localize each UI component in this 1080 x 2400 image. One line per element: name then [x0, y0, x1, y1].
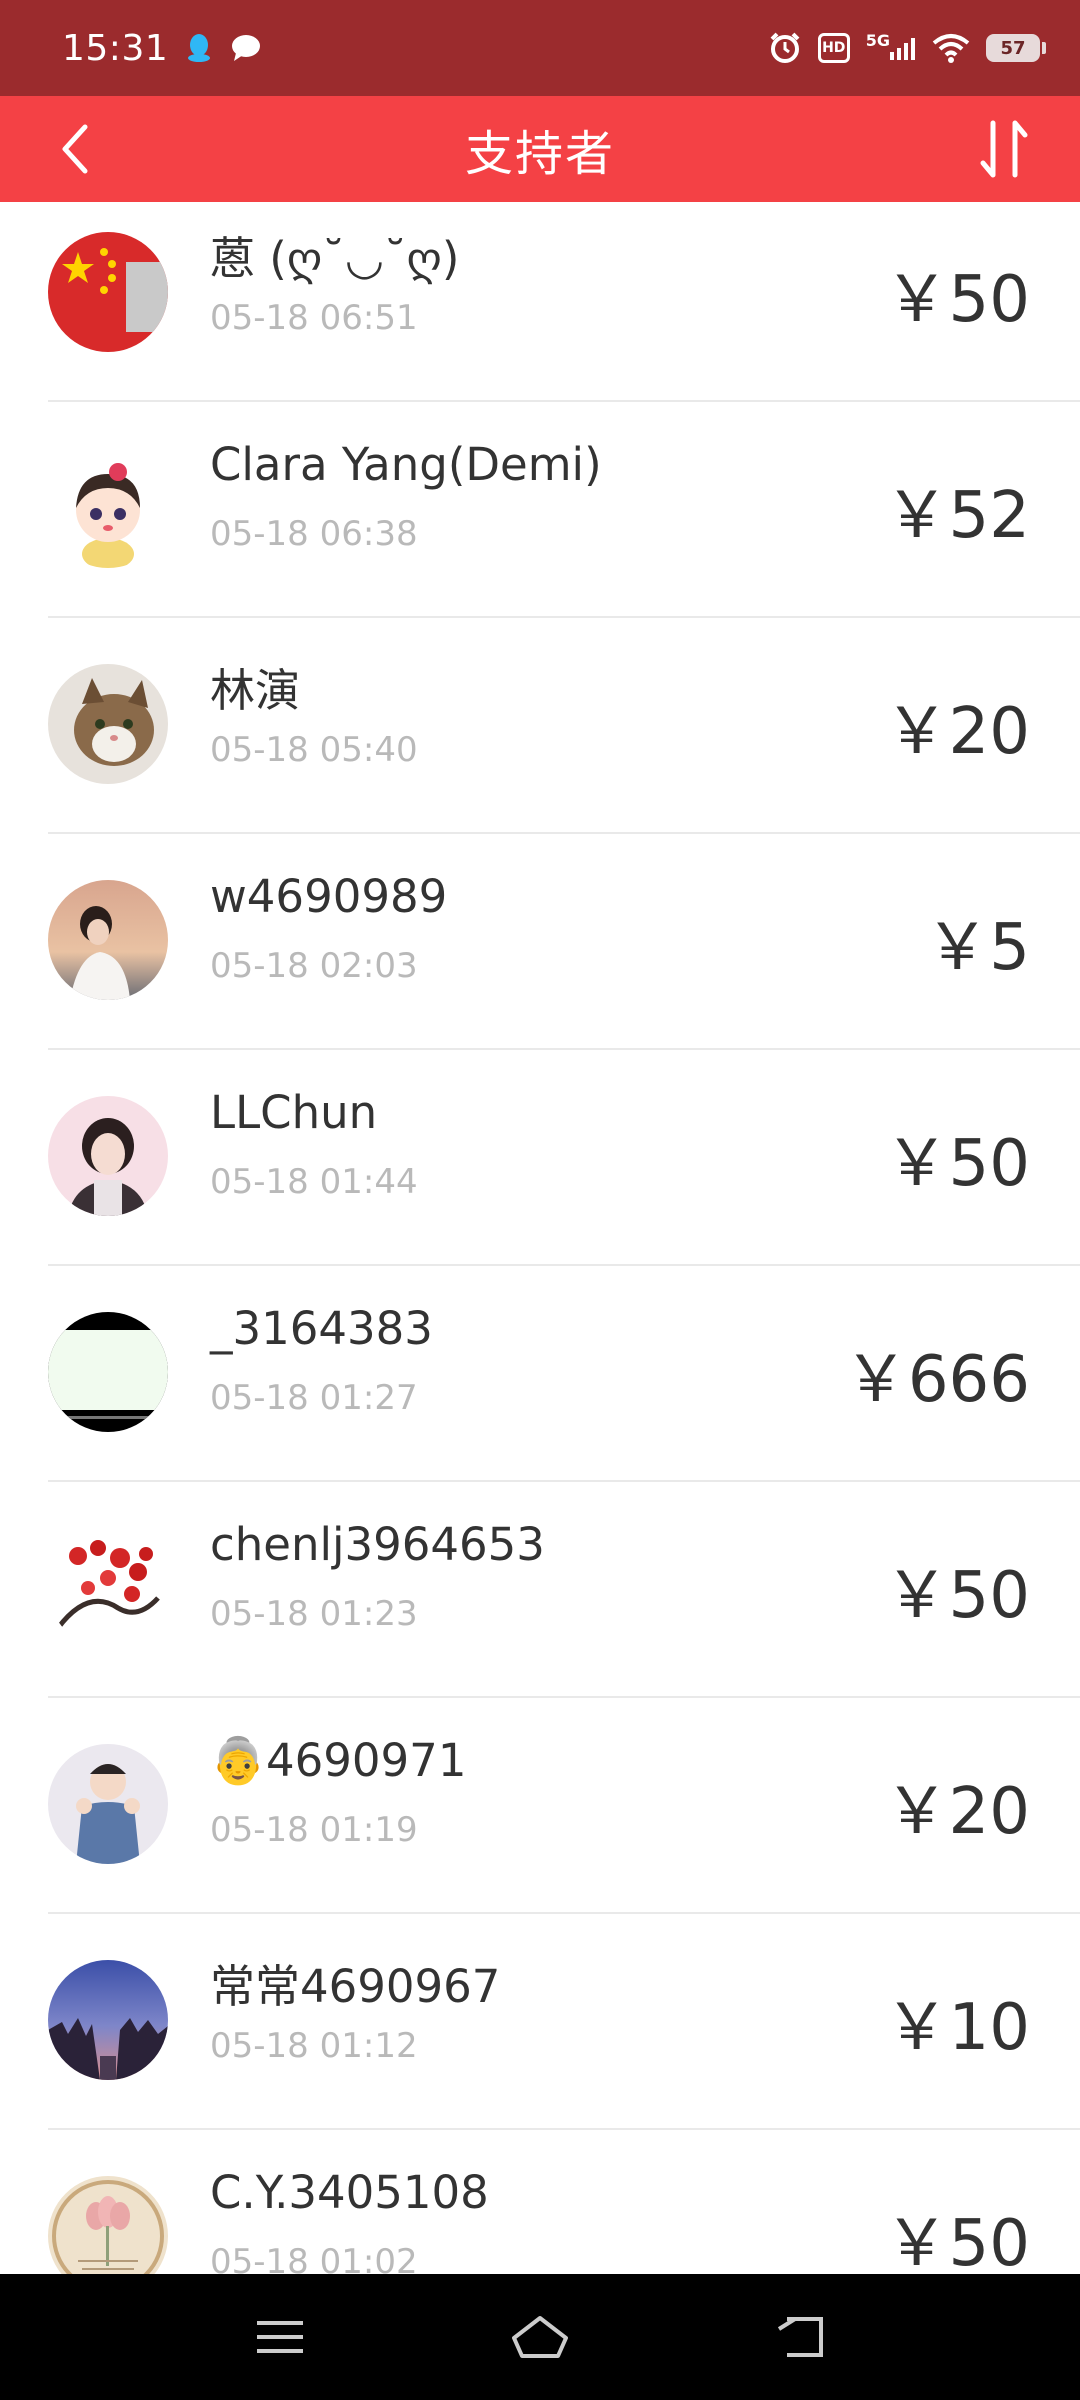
status-bar: 15:31 HD 5G 57	[0, 0, 1080, 96]
support-time: 05-18 01:02	[210, 2242, 418, 2274]
support-amount: ￥50	[884, 1559, 1030, 1633]
support-amount: ￥20	[884, 695, 1030, 769]
avatar	[48, 1096, 168, 1216]
battery-icon: 57	[986, 34, 1046, 62]
supporter-name: Clara Yang(Demi)	[210, 438, 602, 491]
support-time: 05-18 01:23	[210, 1594, 418, 1634]
app-header: 支持者	[0, 96, 1080, 202]
sort-button[interactable]	[970, 114, 1040, 184]
support-amount: ￥50	[884, 1127, 1030, 1201]
list-item[interactable]: chenlj3964653 05-18 01:23 ￥50	[48, 1482, 1080, 1698]
avatar	[48, 448, 168, 568]
back-icon	[777, 2317, 823, 2357]
home-icon	[512, 2316, 568, 2358]
avatar	[48, 1312, 168, 1432]
list-item[interactable]: LLChun 05-18 01:44 ￥50	[48, 1050, 1080, 1266]
supporter-name: _3164383	[210, 1302, 433, 1355]
support-time: 05-18 01:44	[210, 1162, 418, 1202]
avatar	[48, 664, 168, 784]
support-amount: ￥20	[884, 1775, 1030, 1849]
support-time: 05-18 01:19	[210, 1810, 418, 1850]
supporter-name: C.Y.3405108	[210, 2166, 489, 2219]
wifi-icon	[932, 33, 970, 63]
support-amount: ￥50	[884, 263, 1030, 337]
support-time: 05-18 05:40	[210, 730, 418, 770]
list-item[interactable]: 林演 05-18 05:40 ￥20	[48, 618, 1080, 834]
sort-icon	[980, 120, 1028, 178]
support-amount: ￥50	[884, 2207, 1030, 2274]
supporter-name: chenlj3964653	[210, 1518, 545, 1571]
avatar	[48, 1960, 168, 2080]
supporter-name: 👵4690971	[210, 1734, 467, 1787]
avatar	[48, 2176, 168, 2274]
support-time: 05-18 02:03	[210, 946, 418, 986]
page-title: 支持者	[464, 126, 615, 182]
supporter-name: 林演	[210, 664, 301, 717]
support-time: 05-18 01:27	[210, 1378, 418, 1418]
support-time: 05-18 06:38	[210, 514, 418, 554]
supporter-name: w4690989	[210, 870, 448, 923]
network-label: 5G	[865, 30, 890, 50]
list-item[interactable]: _3164383 05-18 01:27 ￥666	[48, 1266, 1080, 1482]
list-item[interactable]: 蒽 (ღ˘◡˘ღ) 05-18 06:51 ￥50	[48, 202, 1080, 402]
nav-back-button[interactable]	[755, 2292, 845, 2382]
list-item[interactable]: w4690989 05-18 02:03 ￥5	[48, 834, 1080, 1050]
hd-icon: HD	[817, 33, 850, 63]
avatar	[48, 232, 168, 352]
list-item[interactable]: Clara Yang(Demi) 05-18 06:38 ￥52	[48, 402, 1080, 618]
list-item[interactable]: 👵4690971 05-18 01:19 ￥20	[48, 1698, 1080, 1914]
system-nav-bar	[0, 2274, 1080, 2400]
list-item[interactable]: 常常4690967 05-18 01:12 ￥10	[48, 1914, 1080, 2130]
chevron-left-icon	[62, 124, 88, 174]
status-time: 15:31	[62, 27, 169, 69]
nav-menu-button[interactable]	[235, 2292, 325, 2382]
avatar	[48, 1528, 168, 1648]
qq-icon	[186, 32, 212, 64]
nav-home-button[interactable]	[495, 2292, 585, 2382]
support-time: 05-18 01:12	[210, 2026, 418, 2066]
supporter-name: LLChun	[210, 1086, 378, 1139]
support-amount: ￥666	[843, 1343, 1030, 1417]
avatar	[48, 880, 168, 1000]
supporter-name: 常常4690967	[210, 1960, 501, 2013]
support-amount: ￥5	[925, 911, 1030, 985]
support-amount: ￥52	[884, 479, 1030, 553]
list-item[interactable]: C.Y.3405108 05-18 01:02 ￥50	[48, 2130, 1080, 2274]
back-button[interactable]	[40, 114, 110, 184]
support-time: 05-18 06:51	[210, 298, 418, 338]
menu-icon	[257, 2321, 303, 2353]
signal-icon: 5G	[866, 31, 916, 60]
support-amount: ￥10	[884, 1991, 1030, 2065]
message-icon	[230, 33, 262, 63]
supporter-name: 蒽 (ღ˘◡˘ღ)	[210, 232, 460, 285]
alarm-icon	[768, 31, 802, 65]
avatar	[48, 1744, 168, 1864]
supporter-list[interactable]: 蒽 (ღ˘◡˘ღ) 05-18 06:51 ￥50 Clara Yang(Dem…	[0, 202, 1080, 2274]
